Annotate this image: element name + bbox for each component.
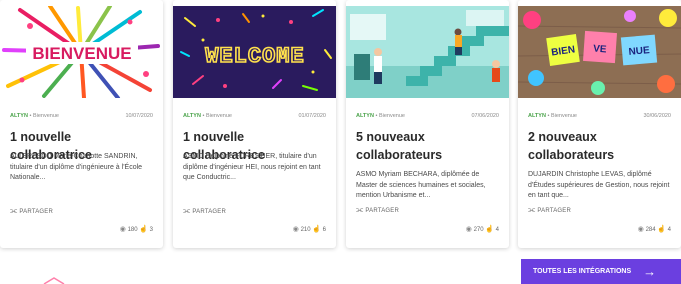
thumbs-up-icon[interactable]: ☝ [485, 226, 494, 233]
card-subcategory: Bienvenue [205, 113, 232, 119]
card-image-welcome-neon[interactable]: WELCOME [173, 6, 336, 98]
card-excerpt: ALTERESCO Marie-Charlotte SANDRIN, titul… [10, 153, 143, 182]
arrow-right-icon: → [643, 264, 657, 279]
thumbs-up-icon[interactable]: ☝ [657, 226, 666, 233]
card-image-bienvenue-colorful[interactable]: BIENVENUE [0, 6, 163, 98]
svg-text:BIENVENUE: BIENVENUE [32, 44, 131, 63]
share-icon: ⫘ [10, 206, 18, 215]
share-icon: ⫘ [183, 206, 191, 215]
eye-icon: ◉ [637, 226, 644, 233]
card-stats: ◉ 284 ☝ 4 [638, 225, 671, 233]
thumbs-up-icon[interactable]: ☝ [312, 226, 321, 233]
likes-count: 4 [667, 227, 671, 233]
carousel-prev-icon[interactable] [40, 276, 80, 284]
article-card-1[interactable]: BIENVENUE ALTYN • Bienvenue 10/07/2020 1… [0, 0, 163, 248]
card-date: 07/06/2020 [471, 113, 499, 119]
card-title[interactable]: 2 nouveaux collaborateurs [528, 128, 673, 164]
all-integrations-button[interactable]: TOUTES LES INTÉGRATIONS → [521, 259, 681, 284]
eye-icon: ◉ [119, 226, 126, 233]
article-card-2[interactable]: WELCOME ALTYN • Bienvenue 01/07/2020 1 n… [173, 0, 336, 248]
card-category[interactable]: ALTYN [183, 113, 201, 119]
likes-count: 4 [495, 227, 499, 233]
card-title[interactable]: 5 nouveaux collaborateurs [356, 128, 501, 164]
eye-icon: ◉ [465, 226, 472, 233]
share-label: PARTAGER [192, 209, 227, 215]
card-date: 01/07/2020 [298, 113, 326, 119]
article-card-3[interactable]: ALTYN • Bienvenue 07/06/2020 5 nouveaux … [346, 0, 509, 248]
card-image-office-staircase[interactable] [346, 6, 509, 98]
likes-count: 6 [322, 227, 326, 233]
thumbs-up-icon[interactable]: ☝ [139, 226, 148, 233]
card-subcategory: Bienvenue [32, 113, 59, 119]
share-icon: ⫘ [356, 205, 364, 214]
card-stats: ◉ 210 ☝ 6 [293, 225, 326, 233]
all-integrations-label: TOUTES LES INTÉGRATIONS [533, 268, 632, 275]
office-staircase-illustration [346, 6, 509, 98]
svg-text:WELCOME: WELCOME [205, 44, 304, 69]
card-excerpt: ASMO Delphine FORESTIER, titulaire d'un … [183, 153, 321, 182]
sticky-notes-illustration: BIEN VE NUE [518, 6, 681, 98]
card-date: 30/06/2020 [643, 113, 671, 119]
article-card-4[interactable]: BIEN VE NUE ALTYN • Bienvenue 30/06/2020… [518, 0, 681, 248]
likes-count: 3 [149, 227, 153, 233]
card-image-sticky-notes[interactable]: BIEN VE NUE [518, 6, 681, 98]
card-category[interactable]: ALTYN [10, 113, 28, 119]
card-stats: ◉ 180 ☝ 3 [120, 225, 153, 233]
share-label: PARTAGER [365, 208, 400, 214]
card-subcategory: Bienvenue [550, 113, 577, 119]
welcome-illustration: WELCOME [173, 6, 336, 98]
share-button[interactable]: ⫘ PARTAGER [528, 205, 571, 215]
share-icon: ⫘ [528, 205, 536, 214]
card-category[interactable]: ALTYN [528, 113, 546, 119]
card-meta: ALTYN • Bienvenue 10/07/2020 [10, 113, 153, 119]
card-excerpt: ASMO Myriam BECHARA, diplômée de Master … [356, 171, 486, 200]
card-meta: ALTYN • Bienvenue 07/06/2020 [356, 113, 499, 119]
card-meta: ALTYN • Bienvenue 01/07/2020 [183, 113, 326, 119]
share-button[interactable]: ⫘ PARTAGER [10, 206, 53, 216]
card-date: 10/07/2020 [125, 113, 153, 119]
eye-icon: ◉ [292, 226, 299, 233]
bienvenue-illustration: BIENVENUE [0, 6, 163, 98]
views-count: 210 [300, 227, 311, 233]
share-button[interactable]: ⫘ PARTAGER [356, 205, 399, 215]
share-label: PARTAGER [537, 208, 572, 214]
card-category[interactable]: ALTYN [356, 113, 374, 119]
svg-text:VE: VE [593, 44, 607, 56]
views-count: 270 [473, 227, 484, 233]
card-meta: ALTYN • Bienvenue 30/06/2020 [528, 113, 671, 119]
views-count: 180 [127, 227, 138, 233]
card-excerpt: DUJARDIN Christophe LEVAS, diplômé d'Étu… [528, 171, 670, 200]
views-count: 284 [645, 227, 656, 233]
card-subcategory: Bienvenue [378, 113, 405, 119]
share-label: PARTAGER [19, 209, 54, 215]
share-button[interactable]: ⫘ PARTAGER [183, 206, 226, 216]
card-stats: ◉ 270 ☝ 4 [466, 225, 499, 233]
svg-text:NUE: NUE [628, 45, 650, 58]
